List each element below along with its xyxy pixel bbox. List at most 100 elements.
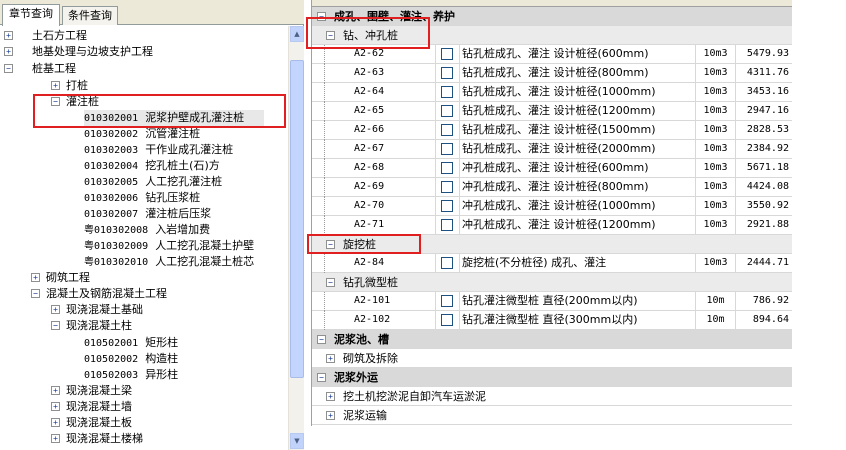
quota-row[interactable]: A2-71 冲孔桩成孔、灌注 设计桩径(1200mm) 10m3 2921.88 [312,216,792,235]
grid-header [312,0,792,7]
quota-price: 2828.53 [746,124,789,135]
select-checkbox[interactable] [441,162,453,174]
expand-icon[interactable]: + [51,418,60,427]
tree-node[interactable]: + 砌筑工程 [31,270,90,286]
tree-leaf[interactable]: 010302005 人工挖孔灌注桩 [84,174,222,190]
scroll-up-icon[interactable]: ▲ [290,26,304,42]
quota-name: 钻孔桩成孔、灌注 设计桩径(2000mm) [460,140,696,159]
quota-code: A2-71 [332,216,436,235]
collapse-icon[interactable]: − [317,335,326,344]
quota-row[interactable]: A2-64 钻孔桩成孔、灌注 设计桩径(1000mm) 10m3 3453.16 [312,83,792,102]
expand-icon[interactable]: + [326,354,335,363]
quota-price: 894.64 [752,314,789,325]
tree-node[interactable]: + 现浇混凝土梁 [51,383,132,399]
tree-leaf[interactable]: 010302007 灌注桩后压浆 [84,206,211,222]
expand-icon[interactable]: + [4,31,13,40]
quota-row[interactable]: A2-63 钻孔桩成孔、灌注 设计桩径(800mm) 10m3 4311.76 [312,64,792,83]
quota-row[interactable]: A2-102 钻孔灌注微型桩 直径(300mm以内) 10m 894.64 [312,311,792,330]
tree-leaf[interactable]: 010502002 构造柱 [84,351,178,367]
group-row[interactable]: − 泥浆池、槽 [312,330,792,349]
expand-icon[interactable]: + [326,411,335,420]
tree-scrollbar[interactable]: ▲ ▼ [288,26,304,450]
expand-icon[interactable]: + [51,81,60,90]
select-checkbox[interactable] [441,219,453,231]
subgroup-row[interactable]: + 砌筑及拆除 [312,349,792,368]
expand-icon[interactable]: + [4,47,13,56]
collapse-icon[interactable]: − [4,64,13,73]
expand-icon[interactable]: + [31,273,40,282]
subgroup-row[interactable]: + 挖土机挖淤泥自卸汽车运淤泥 [312,387,792,406]
quota-row[interactable]: A2-68 冲孔桩成孔、灌注 设计桩径(600mm) 10m3 5671.18 [312,159,792,178]
expand-icon[interactable]: + [51,386,60,395]
tree-leaf[interactable]: 010502001 矩形柱 [84,335,178,351]
tree-node[interactable]: + 打桩 [51,78,88,94]
select-checkbox[interactable] [441,86,453,98]
select-checkbox[interactable] [441,200,453,212]
select-checkbox[interactable] [441,181,453,193]
tree-leaf[interactable]: 010302002 沉管灌注桩 [84,126,200,142]
quota-row[interactable]: A2-70 冲孔桩成孔、灌注 设计桩径(1000mm) 10m3 3550.92 [312,197,792,216]
quota-code: A2-69 [332,178,436,197]
tree-node[interactable]: − 桩基工程 [4,61,76,77]
select-checkbox[interactable] [441,67,453,79]
quota-row[interactable]: A2-66 钻孔桩成孔、灌注 设计桩径(1500mm) 10m3 2828.53 [312,121,792,140]
select-checkbox[interactable] [441,314,453,326]
tree-connector [324,121,325,140]
tree-node-label: 桩基工程 [32,62,76,75]
expand-icon[interactable]: + [51,305,60,314]
quota-row[interactable]: A2-84 旋挖桩(不分桩径) 成孔、灌注 10m3 2444.71 [312,254,792,273]
group-row[interactable]: − 泥浆外运 [312,368,792,387]
scroll-down-icon[interactable]: ▼ [290,433,304,449]
subgroup-row[interactable]: − 钻孔微型桩 [312,273,792,292]
expand-icon[interactable]: + [51,434,60,443]
tree-leaf[interactable]: 010302006 钻孔压浆桩 [84,190,200,206]
tree-leaf[interactable]: 010502003 异形柱 [84,367,178,383]
tree-node[interactable]: + 现浇混凝土楼梯 [51,431,143,447]
tree-node[interactable]: + 土石方工程 [4,28,87,44]
select-checkbox[interactable] [441,105,453,117]
tree-node-label: 人工挖孔混凝土护壁 [155,239,255,252]
tree-node[interactable]: − 现浇混凝土柱 [51,318,132,334]
item-code: 粤010302010 [84,257,149,268]
quota-code: A2-66 [332,121,436,140]
tree-node-label: 混凝土及钢筋混凝土工程 [46,287,167,300]
tree-node[interactable]: + 地基处理与边坡支护工程 [4,44,153,60]
quota-row[interactable]: A2-65 钻孔桩成孔、灌注 设计桩径(1200mm) 10m3 2947.16 [312,102,792,121]
tree-leaf[interactable]: 010302004 挖孔桩土(石)方 [84,158,220,174]
item-code: 010502003 [84,370,139,381]
tree-leaf[interactable]: 粤010302010 人工挖孔混凝土桩芯 [84,254,254,270]
quota-row[interactable]: A2-101 钻孔灌注微型桩 直径(200mm以内) 10m 786.92 [312,292,792,311]
select-checkbox[interactable] [441,124,453,136]
annotation-highlight [306,17,430,49]
tree-node[interactable]: − 混凝土及钢筋混凝土工程 [31,286,167,302]
quota-unit: 10m3 [696,45,736,64]
select-checkbox[interactable] [441,48,453,60]
tree-leaf[interactable]: 010302003 干作业成孔灌注桩 [84,142,233,158]
subgroup-row[interactable]: + 泥浆运输 [312,406,792,425]
collapse-icon[interactable]: − [31,289,40,298]
collapse-icon[interactable]: − [51,321,60,330]
quota-row[interactable]: A2-69 冲孔桩成孔、灌注 设计桩径(800mm) 10m3 4424.08 [312,178,792,197]
tree-connector [324,216,325,235]
quota-price: 5671.18 [746,162,789,173]
quota-row[interactable]: A2-67 钻孔桩成孔、灌注 设计桩径(2000mm) 10m3 2384.92 [312,140,792,159]
expand-icon[interactable]: + [326,392,335,401]
tree-leaf[interactable]: 粤010302009 人工挖孔混凝土护壁 [84,238,254,254]
subgroup-label: 泥浆运输 [343,409,387,422]
quota-code: A2-63 [332,64,436,83]
tab-chapter-query[interactable]: 章节查询 [2,4,60,26]
tree-node[interactable]: + 现浇混凝土基础 [51,302,143,318]
tree-leaf[interactable]: 粤010302008 入岩增加费 [84,222,210,238]
expand-icon[interactable]: + [51,402,60,411]
collapse-icon[interactable]: − [317,373,326,382]
tree-node[interactable]: + 现浇混凝土墙 [51,399,132,415]
tree-node[interactable]: + 现浇混凝土板 [51,415,132,431]
scroll-thumb[interactable] [290,60,304,378]
collapse-icon[interactable]: − [326,278,335,287]
select-checkbox[interactable] [441,143,453,155]
tree-node-label: 挖孔桩土(石)方 [145,159,220,172]
select-checkbox[interactable] [441,257,453,269]
select-checkbox[interactable] [441,295,453,307]
quota-unit: 10m3 [696,140,736,159]
tab-condition-query[interactable]: 条件查询 [62,6,118,25]
